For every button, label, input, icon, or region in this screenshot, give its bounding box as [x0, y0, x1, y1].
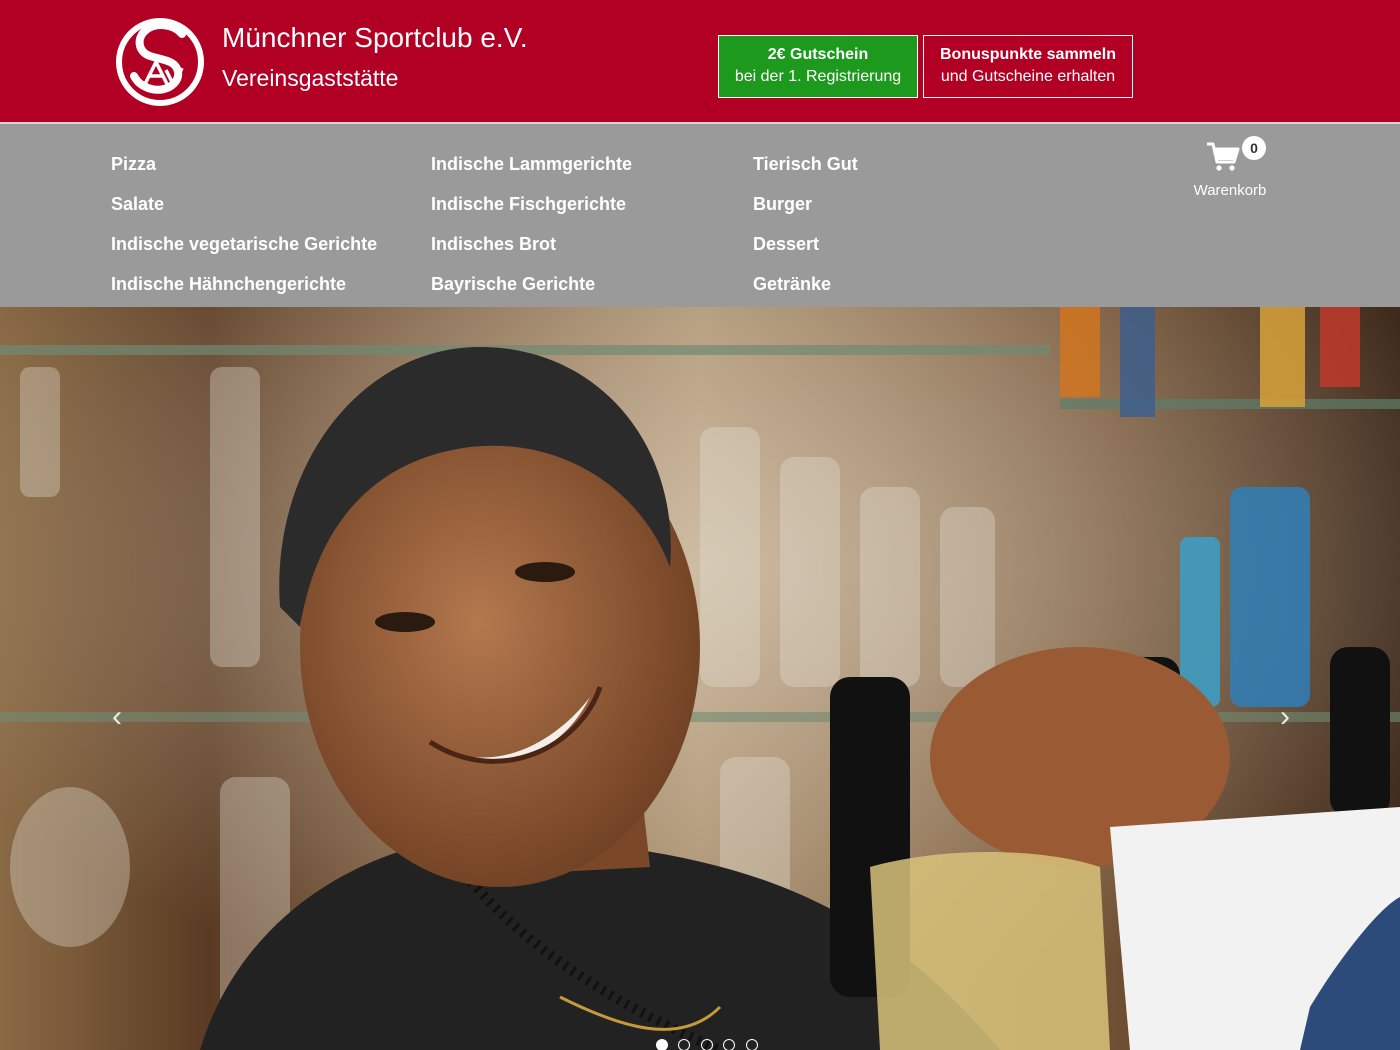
voucher-promo-text: bei der 1. Registrierung [734, 68, 902, 85]
hero-image [0, 307, 1400, 1050]
slider-next-button[interactable]: › [1270, 702, 1300, 732]
bonus-points-text: und Gutscheine erhalten [940, 68, 1116, 85]
cart-label: Warenkorb [1193, 182, 1267, 199]
nav-item-getraenke[interactable]: Getränke [753, 264, 858, 304]
nav-item-indische-haehnchengerichte[interactable]: Indische Hähnchengerichte [111, 264, 377, 304]
nav-item-dessert[interactable]: Dessert [753, 224, 858, 264]
club-subtitle: Vereinsgaststätte [222, 65, 399, 91]
shopping-cart-icon [1207, 142, 1240, 171]
nav-item-indische-fischgerichte[interactable]: Indische Fischgerichte [431, 184, 632, 224]
nav-column-2: Indische Lammgerichte Indische Fischgeri… [431, 144, 632, 304]
slider-dot-4[interactable] [723, 1039, 736, 1050]
slider-dot-2[interactable] [678, 1039, 691, 1050]
nav-item-burger[interactable]: Burger [753, 184, 858, 224]
bonus-points-button[interactable]: Bonuspunkte sammeln und Gutscheine erhal… [923, 35, 1133, 98]
slider-dot-5[interactable] [745, 1039, 758, 1050]
nav-item-bayrische-gerichte[interactable]: Bayrische Gerichte [431, 264, 632, 304]
cart-button[interactable]: 0 Warenkorb [1186, 134, 1274, 199]
voucher-promo-title: 2€ Gutschein [767, 46, 869, 63]
club-name[interactable]: Münchner Sportclub e.V. [222, 22, 528, 54]
nav-item-indische-lammgerichte[interactable]: Indische Lammgerichte [431, 144, 632, 184]
nav-column-3: Tierisch Gut Burger Dessert Getränke [753, 144, 858, 304]
nav-item-indische-vegetarische-gerichte[interactable]: Indische vegetarische Gerichte [111, 224, 377, 264]
nav-item-indisches-brot[interactable]: Indisches Brot [431, 224, 632, 264]
nav-item-salate[interactable]: Salate [111, 184, 377, 224]
voucher-promo-button[interactable]: 2€ Gutschein bei der 1. Registrierung [718, 35, 918, 98]
bonus-points-title: Bonuspunkte sammeln [939, 46, 1117, 63]
category-nav: Pizza Salate Indische vegetarische Geric… [0, 122, 1400, 307]
slider-dot-1[interactable] [656, 1039, 668, 1050]
slider-pagination [656, 1038, 764, 1050]
hero-slider[interactable]: ‹ › [0, 307, 1400, 1050]
chevron-left-icon: ‹ [112, 700, 122, 733]
nav-column-1: Pizza Salate Indische vegetarische Geric… [111, 144, 377, 304]
club-logo[interactable] [116, 16, 204, 106]
chevron-right-icon: › [1280, 700, 1290, 733]
slider-dot-3[interactable] [700, 1039, 713, 1050]
nav-item-pizza[interactable]: Pizza [111, 144, 377, 184]
cart-count-badge: 0 [1242, 136, 1266, 160]
site-header: Münchner Sportclub e.V. Vereinsgaststätt… [0, 0, 1400, 122]
nav-item-tierisch-gut[interactable]: Tierisch Gut [753, 144, 858, 184]
slider-prev-button[interactable]: ‹ [102, 702, 132, 732]
